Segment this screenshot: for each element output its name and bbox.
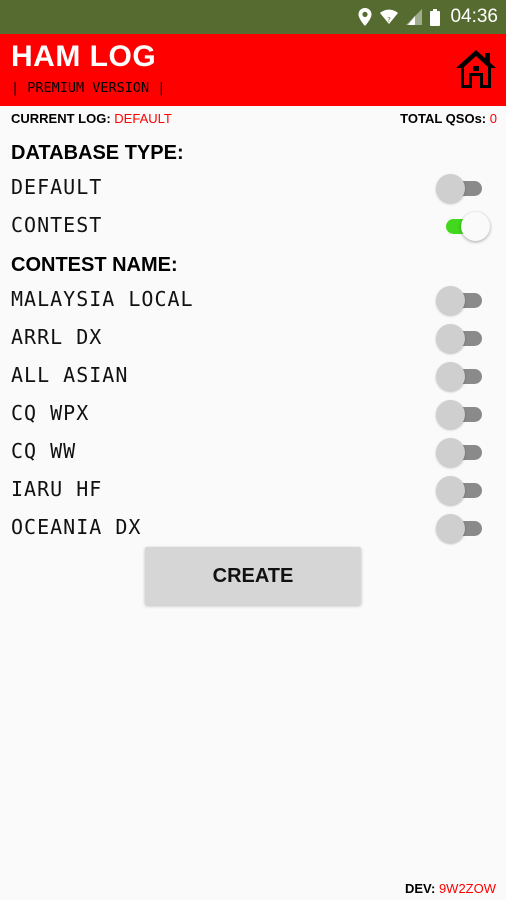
contest-option-cq-ww[interactable]: CQ WW — [0, 434, 506, 470]
contest-cq-wpx-toggle[interactable] — [436, 400, 486, 429]
contest-option-malaysia-local[interactable]: MALAYSIA LOCAL — [0, 282, 506, 318]
contest-option-arrl-dx[interactable]: ARRL DX — [0, 320, 506, 356]
contest-option-iaru-hf[interactable]: IARU HF — [0, 472, 506, 508]
contest-iaru-hf-toggle[interactable] — [436, 476, 486, 505]
contest-option-oceania-dx[interactable]: OCEANIA DX — [0, 510, 506, 546]
signal-icon — [406, 9, 423, 25]
developer-credit: DEV: 9W2ZOW — [405, 881, 496, 896]
status-bar: ? 04:36 — [0, 0, 506, 34]
wifi-icon: ? — [380, 9, 399, 25]
contest-cq-ww-toggle[interactable] — [436, 438, 486, 467]
option-label: ARRL DX — [11, 325, 103, 349]
database-contest-toggle[interactable] — [436, 212, 490, 241]
current-log-value: DEFAULT — [114, 111, 172, 126]
contest-malaysia-local-toggle[interactable] — [436, 286, 486, 315]
option-label: DEFAULT — [11, 175, 103, 199]
option-label: OCEANIA DX — [11, 515, 142, 539]
create-button[interactable]: CREATE — [145, 547, 361, 605]
database-option-default[interactable]: DEFAULT — [0, 170, 506, 206]
svg-text:?: ? — [388, 16, 392, 24]
contest-all-asian-toggle[interactable] — [436, 362, 486, 391]
database-default-toggle[interactable] — [436, 174, 486, 203]
contest-arrl-dx-toggle[interactable] — [436, 324, 486, 353]
option-label: CQ WW — [11, 439, 77, 463]
info-bar: CURRENT LOG: DEFAULT TOTAL QSOs: 0 — [0, 106, 506, 130]
option-label: MALAYSIA LOCAL — [11, 287, 194, 311]
contest-option-all-asian[interactable]: ALL ASIAN — [0, 358, 506, 394]
dev-callsign: 9W2ZOW — [438, 881, 496, 896]
dev-label: DEV: — [404, 881, 436, 896]
current-log: CURRENT LOG: DEFAULT — [11, 111, 172, 126]
total-qsos: TOTAL QSOs: 0 — [400, 111, 497, 126]
option-label: CQ WPX — [11, 401, 90, 425]
home-button[interactable] — [454, 48, 498, 90]
location-icon — [358, 8, 372, 26]
total-qsos-value: 0 — [489, 111, 497, 126]
app-title: HAM LOG — [11, 40, 157, 73]
current-log-label: CURRENT LOG: — [11, 111, 111, 126]
database-type-heading: DATABASE TYPE: — [11, 142, 184, 164]
battery-icon — [430, 8, 441, 26]
home-icon — [456, 50, 496, 88]
total-qsos-label: TOTAL QSOs: — [400, 111, 487, 126]
app-bar: HAM LOG | PREMIUM VERSION | — [0, 34, 506, 106]
app-subtitle: | PREMIUM VERSION | — [11, 80, 166, 96]
option-label: ALL ASIAN — [11, 363, 129, 387]
database-option-contest[interactable]: CONTEST — [0, 208, 506, 244]
option-label: IARU HF — [11, 477, 103, 501]
contest-name-heading: CONTEST NAME: — [11, 254, 178, 276]
contest-option-cq-wpx[interactable]: CQ WPX — [0, 396, 506, 432]
option-label: CONTEST — [11, 213, 103, 237]
status-time: 04:36 — [450, 6, 498, 27]
contest-oceania-dx-toggle[interactable] — [436, 514, 486, 543]
